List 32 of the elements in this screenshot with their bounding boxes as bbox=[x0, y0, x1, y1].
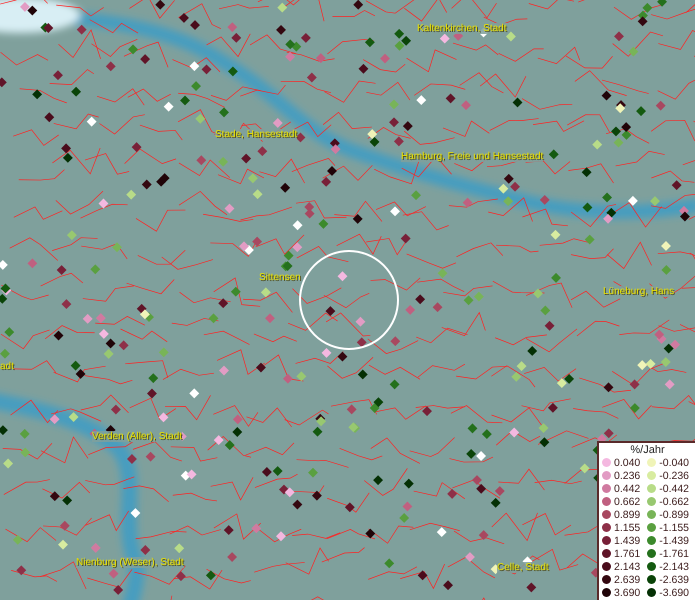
legend-value: -0.442 bbox=[659, 482, 690, 494]
legend-value: -0.236 bbox=[659, 470, 690, 482]
legend-value: 3.690 bbox=[614, 586, 640, 598]
place-label: Lüneburg, Hans bbox=[603, 286, 674, 297]
legend-value: -2.143 bbox=[659, 560, 690, 572]
legend-value: 1.439 bbox=[614, 534, 640, 546]
legend-value: 1.155 bbox=[614, 522, 640, 534]
place-label: Stade, Hansestadt bbox=[215, 129, 298, 140]
place-label: Sittensen bbox=[259, 272, 301, 283]
legend-value: -2.639 bbox=[659, 574, 690, 586]
legend-value: -0.662 bbox=[659, 496, 690, 508]
place-label: Kaltenkirchen, Stadt bbox=[417, 23, 506, 34]
legend-value: 1.761 bbox=[614, 548, 640, 560]
legend-value: 2.143 bbox=[614, 560, 640, 572]
place-label: adt bbox=[0, 361, 14, 372]
legend-value: 0.040 bbox=[614, 456, 640, 468]
legend-value: 2.639 bbox=[614, 574, 640, 586]
legend-value: -1.439 bbox=[659, 534, 690, 546]
legend-value: -0.899 bbox=[659, 508, 690, 520]
legend-value: 0.899 bbox=[614, 508, 640, 520]
place-label: Nienburg (Weser), Stadt bbox=[76, 557, 184, 568]
legend-value: 0.236 bbox=[614, 470, 640, 482]
legend-value: -3.690 bbox=[659, 586, 690, 598]
legend-value: 0.442 bbox=[614, 482, 640, 494]
legend-value: -1.761 bbox=[659, 548, 690, 560]
legend-value: 0.662 bbox=[614, 496, 640, 508]
legend-value: -1.155 bbox=[659, 522, 690, 534]
legend-title: %/Jahr bbox=[629, 444, 666, 456]
place-label: Celle, Stadt bbox=[497, 562, 549, 573]
legend-value: -0.040 bbox=[659, 456, 690, 468]
place-label: Verden (Aller), Stadt bbox=[92, 431, 182, 442]
place-label: Hamburg, Freie und Hansestadt bbox=[401, 151, 544, 162]
